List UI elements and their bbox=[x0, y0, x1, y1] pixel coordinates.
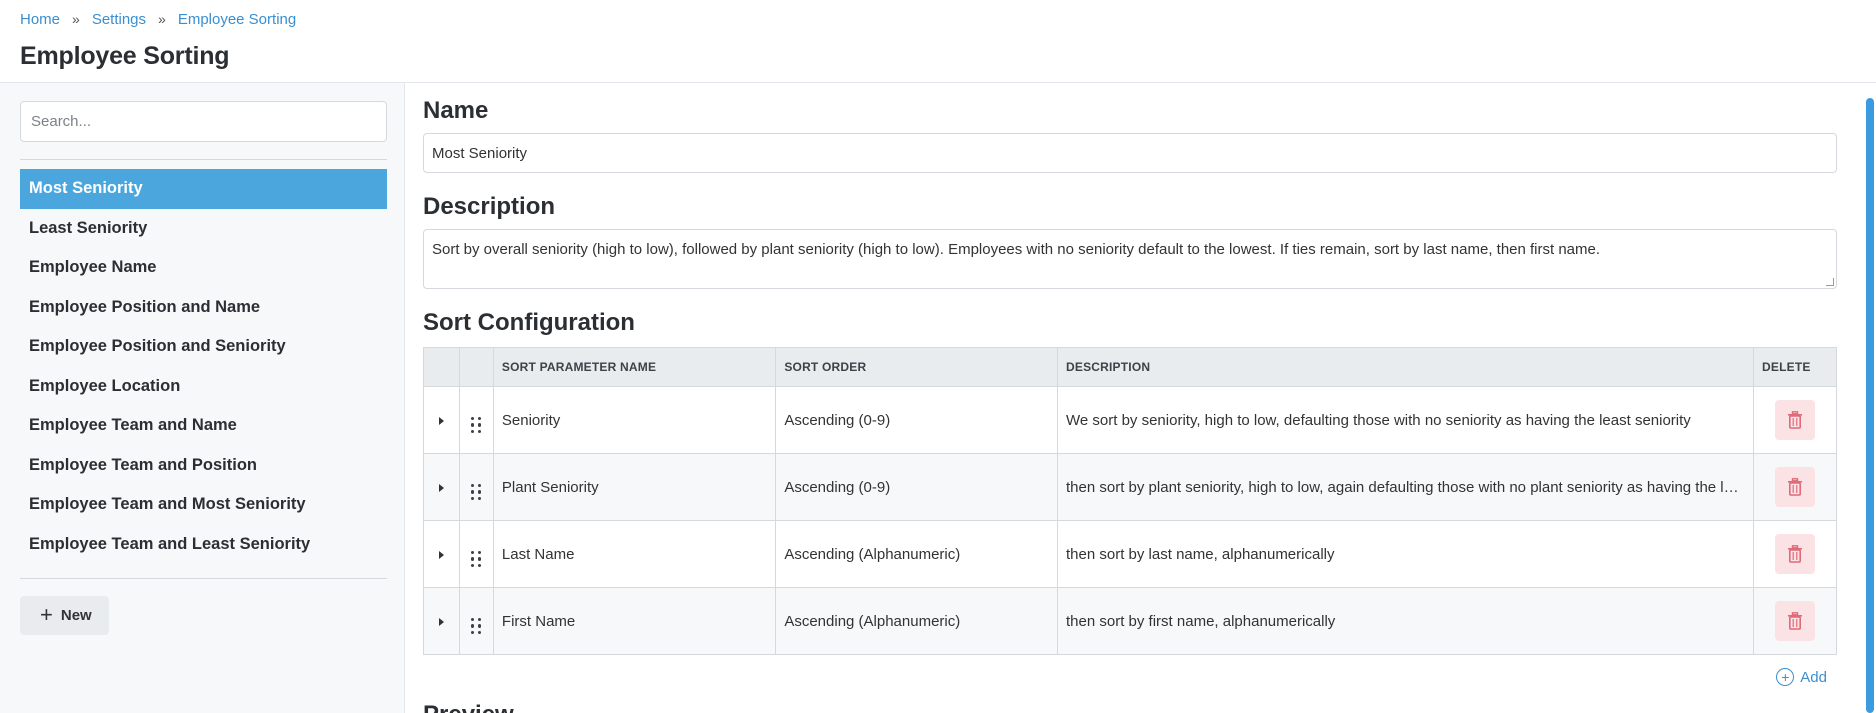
drag-cell[interactable] bbox=[458, 520, 494, 588]
search-input[interactable] bbox=[31, 113, 376, 130]
new-button[interactable]: + New bbox=[20, 596, 109, 635]
page-header: Home » Settings » Employee Sorting Emplo… bbox=[0, 0, 1876, 83]
caret-right-icon[interactable] bbox=[438, 617, 444, 626]
sort-order-cell[interactable]: Ascending (0-9) bbox=[775, 453, 1059, 521]
column-header-sort-order[interactable]: SORT ORDER bbox=[775, 347, 1059, 387]
sort-order-cell[interactable]: Ascending (Alphanumeric) bbox=[775, 587, 1059, 655]
trash-icon bbox=[1788, 612, 1802, 630]
expand-cell[interactable] bbox=[423, 453, 460, 521]
sort-order-cell[interactable]: Ascending (0-9) bbox=[775, 386, 1059, 454]
description-section-title: Description bbox=[423, 193, 556, 220]
main-content: Name Most Seniority Description Sort by … bbox=[405, 83, 1876, 713]
delete-button[interactable] bbox=[1775, 400, 1815, 440]
table-row: Plant Seniority Ascending (0-9) then sor… bbox=[423, 453, 1837, 521]
drag-handle-icon[interactable] bbox=[470, 550, 482, 567]
sort-list: Most Seniority Least Seniority Employee … bbox=[20, 169, 387, 564]
sort-parameter-name-cell[interactable]: Plant Seniority bbox=[492, 453, 777, 521]
sidebar-item-employee-position-and-seniority[interactable]: Employee Position and Seniority bbox=[20, 327, 387, 367]
resize-handle-icon[interactable] bbox=[1826, 278, 1834, 286]
description-text: Sort by overall seniority (high to low),… bbox=[432, 241, 1601, 258]
description-cell[interactable]: We sort by seniority, high to low, defau… bbox=[1057, 386, 1755, 454]
trash-icon bbox=[1788, 545, 1802, 563]
sidebar-item-most-seniority[interactable]: Most Seniority bbox=[20, 169, 387, 209]
table-row: First Name Ascending (Alphanumeric) then… bbox=[423, 587, 1837, 655]
sidebar-item-employee-position-and-name[interactable]: Employee Position and Name bbox=[20, 288, 387, 328]
delete-cell bbox=[1753, 520, 1837, 588]
table-header-row: SORT PARAMETER NAME SORT ORDER DESCRIPTI… bbox=[423, 347, 1837, 387]
delete-cell bbox=[1753, 386, 1837, 454]
drag-cell[interactable] bbox=[458, 587, 494, 655]
sidebar: Most Seniority Least Seniority Employee … bbox=[0, 83, 405, 713]
plus-icon: + bbox=[40, 601, 53, 627]
description-field[interactable]: Sort by overall seniority (high to low),… bbox=[423, 229, 1837, 289]
description-cell[interactable]: then sort by last name, alphanumerically bbox=[1057, 520, 1755, 588]
description-cell[interactable]: then sort by first name, alphanumericall… bbox=[1057, 587, 1755, 655]
caret-right-icon[interactable] bbox=[438, 416, 444, 425]
expand-cell[interactable] bbox=[423, 386, 460, 454]
column-header-delete: DELETE bbox=[1753, 347, 1837, 387]
sort-order-cell[interactable]: Ascending (Alphanumeric) bbox=[775, 520, 1059, 588]
drag-handle-icon[interactable] bbox=[470, 617, 482, 634]
breadcrumb-settings-link[interactable]: Settings bbox=[92, 11, 146, 28]
sidebar-item-employee-team-and-least-seniority[interactable]: Employee Team and Least Seniority bbox=[20, 525, 387, 565]
drag-handle-icon[interactable] bbox=[470, 416, 482, 433]
drag-cell[interactable] bbox=[458, 386, 494, 454]
sidebar-item-least-seniority[interactable]: Least Seniority bbox=[20, 209, 387, 249]
delete-cell bbox=[1753, 587, 1837, 655]
caret-right-icon[interactable] bbox=[438, 550, 444, 559]
new-button-label: New bbox=[60, 607, 92, 624]
sort-parameter-name-cell[interactable]: First Name bbox=[492, 587, 777, 655]
breadcrumb-home-link[interactable]: Home bbox=[20, 11, 60, 28]
delete-button[interactable] bbox=[1775, 467, 1815, 507]
sidebar-item-employee-team-and-position[interactable]: Employee Team and Position bbox=[20, 446, 387, 486]
plus-circle-icon: + bbox=[1776, 668, 1795, 686]
scrollbar-thumb[interactable] bbox=[1866, 98, 1874, 713]
sort-configuration-title: Sort Configuration bbox=[423, 309, 635, 336]
delete-button[interactable] bbox=[1775, 601, 1815, 641]
divider bbox=[20, 578, 387, 579]
description-cell[interactable]: then sort by plant seniority, high to lo… bbox=[1057, 453, 1755, 521]
name-field[interactable]: Most Seniority bbox=[423, 133, 1837, 173]
sidebar-item-employee-name[interactable]: Employee Name bbox=[20, 248, 387, 288]
sort-parameter-name-cell[interactable]: Last Name bbox=[492, 520, 777, 588]
caret-right-icon[interactable] bbox=[438, 483, 444, 492]
page-title: Employee Sorting bbox=[20, 42, 230, 70]
divider bbox=[20, 159, 387, 160]
delete-button[interactable] bbox=[1775, 534, 1815, 574]
sidebar-item-employee-team-and-most-seniority[interactable]: Employee Team and Most Seniority bbox=[20, 485, 387, 525]
column-header-description[interactable]: DESCRIPTION bbox=[1057, 347, 1755, 387]
sort-parameter-name-cell[interactable]: Seniority bbox=[492, 386, 777, 454]
search-box bbox=[20, 101, 387, 142]
column-header-sort-parameter-name[interactable]: SORT PARAMETER NAME bbox=[492, 347, 777, 387]
breadcrumb-current-link[interactable]: Employee Sorting bbox=[178, 11, 296, 28]
trash-icon bbox=[1788, 478, 1802, 496]
add-row-label: Add bbox=[1800, 668, 1827, 686]
vertical-scrollbar[interactable] bbox=[1864, 83, 1876, 713]
table-row: Last Name Ascending (Alphanumeric) then … bbox=[423, 520, 1837, 588]
sort-configuration-table: SORT PARAMETER NAME SORT ORDER DESCRIPTI… bbox=[423, 347, 1837, 655]
expand-cell[interactable] bbox=[423, 587, 460, 655]
name-section-title: Name bbox=[423, 97, 489, 124]
drag-cell[interactable] bbox=[458, 453, 494, 521]
drag-handle-icon[interactable] bbox=[470, 483, 482, 500]
sidebar-item-employee-team-and-name[interactable]: Employee Team and Name bbox=[20, 406, 387, 446]
breadcrumb: Home » Settings » Employee Sorting bbox=[20, 10, 1856, 28]
delete-cell bbox=[1753, 453, 1837, 521]
expand-column-header bbox=[423, 347, 460, 387]
breadcrumb-separator: » bbox=[72, 11, 80, 27]
preview-section-title: Preview bbox=[423, 701, 514, 713]
drag-column-header bbox=[458, 347, 494, 387]
table-row: Seniority Ascending (0-9) We sort by sen… bbox=[423, 386, 1837, 454]
add-row-button[interactable]: + Add bbox=[1776, 668, 1827, 686]
breadcrumb-separator: » bbox=[158, 11, 166, 27]
sidebar-item-employee-location[interactable]: Employee Location bbox=[20, 367, 387, 407]
expand-cell[interactable] bbox=[423, 520, 460, 588]
trash-icon bbox=[1788, 411, 1802, 429]
